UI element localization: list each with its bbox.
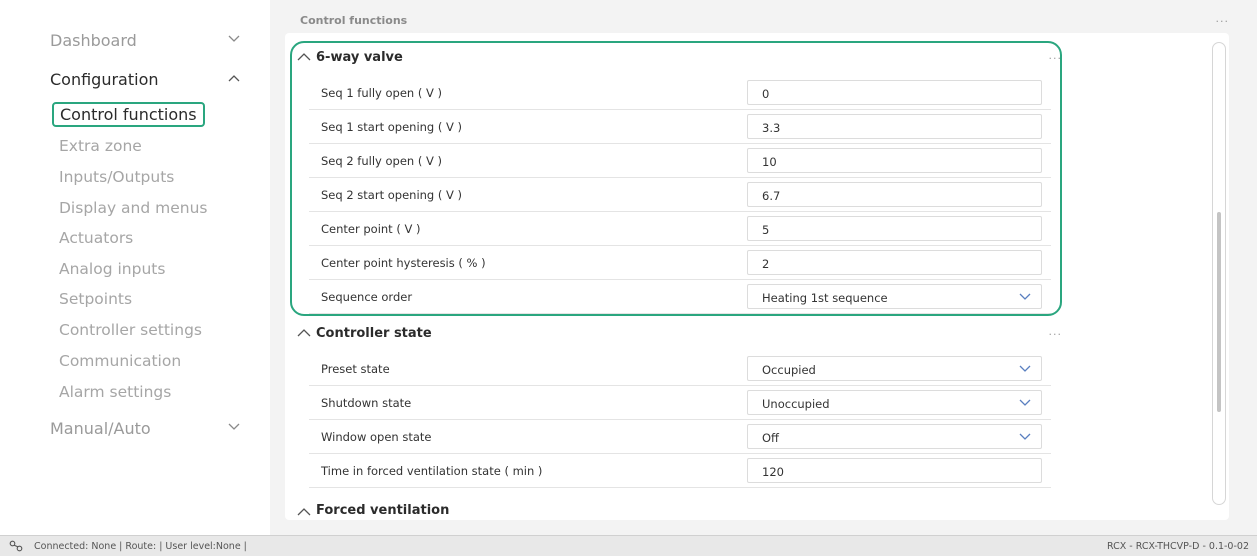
section-header-controller-state[interactable]: Controller state ... bbox=[297, 321, 1062, 345]
chevron-down-icon bbox=[228, 35, 240, 47]
chevron-down-icon bbox=[228, 423, 240, 435]
nav-inputs-outputs[interactable]: Inputs/Outputs bbox=[59, 168, 174, 186]
main-panel: Control functions ... 6-way valve ... Se… bbox=[270, 0, 1257, 535]
row-seq1-fully-open: Seq 1 fully open ( V ) 0 bbox=[309, 76, 1051, 110]
nav-alarm-settings[interactable]: Alarm settings bbox=[59, 383, 171, 401]
nav-setpoints[interactable]: Setpoints bbox=[59, 290, 132, 308]
seq2-start-opening-input[interactable]: 6.7 bbox=[747, 182, 1042, 207]
forced-ventilation-time-input[interactable]: 120 bbox=[747, 458, 1042, 483]
row-label: Center point ( V ) bbox=[321, 222, 421, 236]
row-label: Window open state bbox=[321, 430, 432, 444]
nav-extra-zone[interactable]: Extra zone bbox=[59, 137, 142, 155]
section-header-forced-ventilation[interactable]: Forced ventilation bbox=[297, 503, 449, 518]
select-value: Occupied bbox=[762, 363, 816, 377]
nav-actuators[interactable]: Actuators bbox=[59, 229, 133, 247]
row-label: Seq 1 start opening ( V ) bbox=[321, 120, 463, 134]
chevron-down-icon bbox=[1019, 365, 1031, 373]
nav-manual-auto[interactable]: Manual/Auto bbox=[50, 419, 240, 438]
scrollbar-thumb[interactable] bbox=[1217, 212, 1221, 412]
row-label: Sequence order bbox=[321, 290, 413, 304]
row-label: Time in forced ventilation state ( min ) bbox=[321, 464, 543, 478]
row-label: Preset state bbox=[321, 362, 390, 376]
section-title: 6-way valve bbox=[316, 49, 403, 65]
more-options-icon[interactable]: ... bbox=[1049, 49, 1063, 62]
settings-card: 6-way valve ... Seq 1 fully open ( V ) 0… bbox=[285, 33, 1229, 520]
row-label: Center point hysteresis ( % ) bbox=[321, 256, 486, 270]
select-value: Off bbox=[762, 431, 779, 445]
seq1-start-opening-input[interactable]: 3.3 bbox=[747, 114, 1042, 139]
row-label: Shutdown state bbox=[321, 396, 412, 410]
row-window-open-state: Window open state Off bbox=[309, 420, 1051, 454]
row-sequence-order: Sequence order Heating 1st sequence bbox=[309, 280, 1051, 314]
center-point-input[interactable]: 5 bbox=[747, 216, 1042, 241]
select-value: Heating 1st sequence bbox=[762, 291, 888, 305]
row-center-point: Center point ( V ) 5 bbox=[309, 212, 1051, 246]
nav-analog-inputs[interactable]: Analog inputs bbox=[59, 260, 165, 278]
sidebar: Dashboard Configuration Control function… bbox=[0, 0, 270, 535]
connection-plug-icon bbox=[9, 540, 23, 552]
row-seq1-start-opening: Seq 1 start opening ( V ) 3.3 bbox=[309, 110, 1051, 144]
select-value: Unoccupied bbox=[762, 397, 830, 411]
row-label: Seq 1 fully open ( V ) bbox=[321, 86, 442, 100]
nav-communication[interactable]: Communication bbox=[59, 352, 181, 370]
preset-state-select[interactable]: Occupied bbox=[747, 356, 1042, 381]
chevron-up-icon bbox=[228, 74, 240, 86]
nav-manual-auto-label: Manual/Auto bbox=[50, 419, 151, 438]
row-label: Seq 2 fully open ( V ) bbox=[321, 154, 442, 168]
row-shutdown-state: Shutdown state Unoccupied bbox=[309, 386, 1051, 420]
row-preset-state: Preset state Occupied bbox=[309, 352, 1051, 386]
nav-control-functions[interactable]: Control functions bbox=[52, 102, 205, 127]
seq2-fully-open-input[interactable]: 10 bbox=[747, 148, 1042, 173]
nav-controller-settings[interactable]: Controller settings bbox=[59, 321, 202, 339]
chevron-up-icon bbox=[297, 52, 311, 62]
section-title: Forced ventilation bbox=[316, 503, 450, 518]
row-seq2-fully-open: Seq 2 fully open ( V ) 10 bbox=[309, 144, 1051, 178]
nav-display-and-menus[interactable]: Display and menus bbox=[59, 199, 208, 217]
sequence-order-select[interactable]: Heating 1st sequence bbox=[747, 284, 1042, 309]
window-open-state-select[interactable]: Off bbox=[747, 424, 1042, 449]
status-bar: Connected: None | Route: | User level:No… bbox=[0, 535, 1257, 556]
panel-title: Control functions bbox=[300, 14, 408, 27]
status-connection-text: Connected: None | Route: | User level:No… bbox=[34, 541, 247, 552]
section-title: Controller state bbox=[316, 325, 432, 341]
nav-dashboard-label: Dashboard bbox=[50, 31, 137, 50]
row-center-point-hysteresis: Center point hysteresis ( % ) 2 bbox=[309, 246, 1051, 280]
center-point-hysteresis-input[interactable]: 2 bbox=[747, 250, 1042, 275]
row-seq2-start-opening: Seq 2 start opening ( V ) 6.7 bbox=[309, 178, 1051, 212]
nav-configuration[interactable]: Configuration bbox=[50, 70, 240, 89]
chevron-up-icon bbox=[297, 506, 311, 516]
shutdown-state-select[interactable]: Unoccupied bbox=[747, 390, 1042, 415]
status-device-text: RCX - RCX-THCVP-D - 0.1-0-02 bbox=[1107, 541, 1249, 552]
more-options-icon[interactable]: ... bbox=[1049, 325, 1063, 338]
seq1-fully-open-input[interactable]: 0 bbox=[747, 80, 1042, 105]
nav-configuration-label: Configuration bbox=[50, 70, 159, 89]
more-options-icon[interactable]: ... bbox=[1216, 12, 1230, 25]
nav-dashboard[interactable]: Dashboard bbox=[50, 31, 240, 50]
row-forced-ventilation-time: Time in forced ventilation state ( min )… bbox=[309, 454, 1051, 488]
chevron-down-icon bbox=[1019, 293, 1031, 301]
chevron-down-icon bbox=[1019, 399, 1031, 407]
chevron-up-icon bbox=[297, 328, 311, 338]
chevron-down-icon bbox=[1019, 433, 1031, 441]
section-header-6-way-valve[interactable]: 6-way valve ... bbox=[297, 45, 1062, 69]
row-label: Seq 2 start opening ( V ) bbox=[321, 188, 463, 202]
